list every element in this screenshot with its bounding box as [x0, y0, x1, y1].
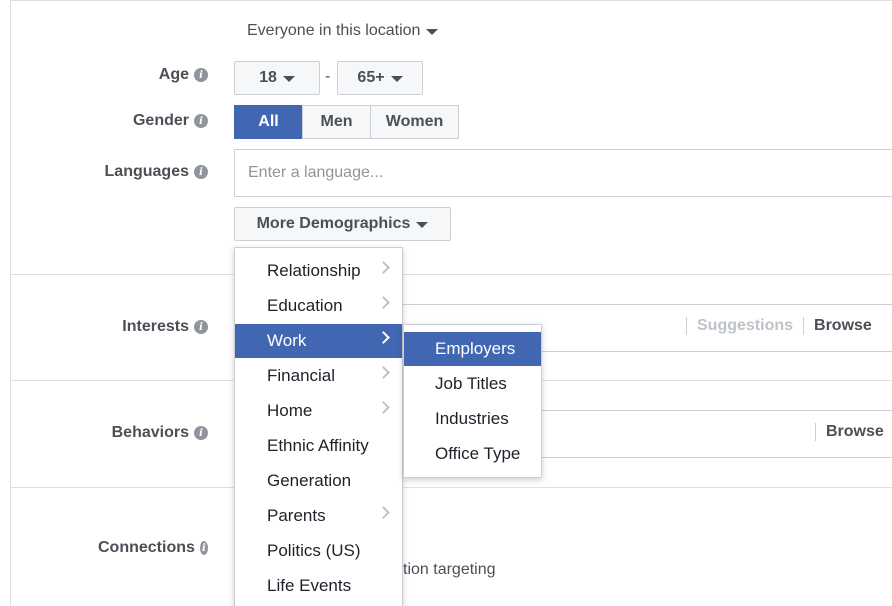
- gender-label: Gender: [132, 112, 189, 129]
- gender-all-button[interactable]: All: [234, 105, 303, 139]
- menu-item-generation[interactable]: Generation: [235, 464, 402, 498]
- section-divider: [10, 274, 892, 275]
- info-icon[interactable]: i: [194, 68, 208, 82]
- menu-item-label: Work: [267, 331, 307, 350]
- menu-item-ethnic-affinity[interactable]: Ethnic Affinity: [235, 429, 402, 463]
- info-icon[interactable]: i: [194, 320, 208, 334]
- chevron-right-icon: [377, 506, 390, 519]
- age-row-label: Age i: [98, 66, 208, 84]
- menu-item-home[interactable]: Home: [235, 394, 402, 428]
- caret-down-icon: [390, 76, 403, 82]
- chevron-right-icon: [377, 331, 390, 344]
- chevron-right-icon: [377, 401, 390, 414]
- location-dropdown[interactable]: Everyone in this location: [247, 22, 439, 40]
- work-submenu: Employers Job Titles Industries Office T…: [403, 324, 542, 478]
- menu-item-label: Life Events: [267, 576, 352, 595]
- menu-item-life-events[interactable]: Life Events: [235, 569, 402, 603]
- menu-item-label: Relationship: [267, 261, 361, 280]
- gender-women-button[interactable]: Women: [370, 105, 459, 139]
- age-max-dropdown[interactable]: 65+: [337, 61, 423, 95]
- gender-row-label: Gender i: [98, 112, 208, 130]
- menu-item-politics-us[interactable]: Politics (US): [235, 534, 402, 568]
- caret-down-icon: [426, 29, 439, 35]
- behaviors-browse-link[interactable]: Browse: [826, 423, 884, 441]
- age-max-value: 65+: [357, 69, 385, 86]
- caret-down-icon: [416, 222, 429, 228]
- menu-item-label: Generation: [267, 471, 352, 490]
- submenu-item-employers[interactable]: Employers: [404, 332, 541, 366]
- menu-item-financial[interactable]: Financial: [235, 359, 402, 393]
- section-divider: [10, 487, 892, 488]
- separator: [803, 317, 805, 335]
- interests-label: Interests: [122, 318, 189, 335]
- submenu-item-job-titles[interactable]: Job Titles: [404, 367, 541, 401]
- menu-item-label: Home: [267, 401, 313, 420]
- behaviors-row-label: Behaviors i: [98, 424, 208, 442]
- menu-item-label: Education: [267, 296, 343, 315]
- separator: [686, 317, 687, 335]
- targeting-panel: [10, 0, 892, 606]
- behaviors-actions: Browse: [805, 423, 884, 441]
- age-min-dropdown[interactable]: 18: [234, 61, 320, 95]
- language-input[interactable]: Enter a language...: [234, 149, 892, 197]
- more-demographics-button[interactable]: More Demographics: [234, 207, 451, 241]
- chevron-right-icon: [377, 261, 390, 274]
- behaviors-label: Behaviors: [111, 424, 189, 441]
- suggestions-link[interactable]: Suggestions: [697, 317, 793, 335]
- connections-partial-text: tion targeting: [403, 561, 496, 578]
- interests-browse-link[interactable]: Browse: [814, 317, 872, 335]
- connections-label: Connections: [98, 539, 195, 556]
- menu-item-label: Parents: [267, 506, 326, 525]
- separator: [815, 423, 816, 441]
- menu-item-relationship[interactable]: Relationship: [235, 254, 402, 288]
- info-icon[interactable]: i: [194, 165, 208, 179]
- demographics-menu: Relationship Education Work Financial Ho…: [234, 247, 403, 606]
- submenu-item-office-type[interactable]: Office Type: [404, 437, 541, 471]
- menu-item-label: Ethnic Affinity: [267, 436, 369, 455]
- age-separator: -: [325, 68, 331, 85]
- chevron-right-icon: [377, 296, 390, 309]
- interests-actions: Suggestions Browse: [676, 317, 872, 335]
- interests-row-label: Interests i: [98, 318, 208, 336]
- menu-item-parents[interactable]: Parents: [235, 499, 402, 533]
- menu-item-label: Financial: [267, 366, 336, 385]
- more-demographics-label: More Demographics: [256, 215, 411, 232]
- age-min-value: 18: [259, 69, 277, 86]
- gender-men-button[interactable]: Men: [302, 105, 371, 139]
- menu-item-label: Politics (US): [267, 541, 361, 560]
- info-icon[interactable]: i: [194, 426, 208, 440]
- languages-row-label: Languages i: [98, 163, 208, 181]
- info-icon[interactable]: i: [199, 541, 208, 555]
- menu-item-education[interactable]: Education: [235, 289, 402, 323]
- connections-row-label: Connections i: [98, 539, 208, 557]
- languages-label: Languages: [104, 163, 189, 180]
- location-dropdown-label: Everyone in this location: [247, 22, 421, 39]
- submenu-item-industries[interactable]: Industries: [404, 402, 541, 436]
- age-label: Age: [158, 66, 189, 83]
- chevron-right-icon: [377, 366, 390, 379]
- menu-item-work[interactable]: Work: [235, 324, 402, 358]
- caret-down-icon: [282, 76, 295, 82]
- info-icon[interactable]: i: [194, 114, 208, 128]
